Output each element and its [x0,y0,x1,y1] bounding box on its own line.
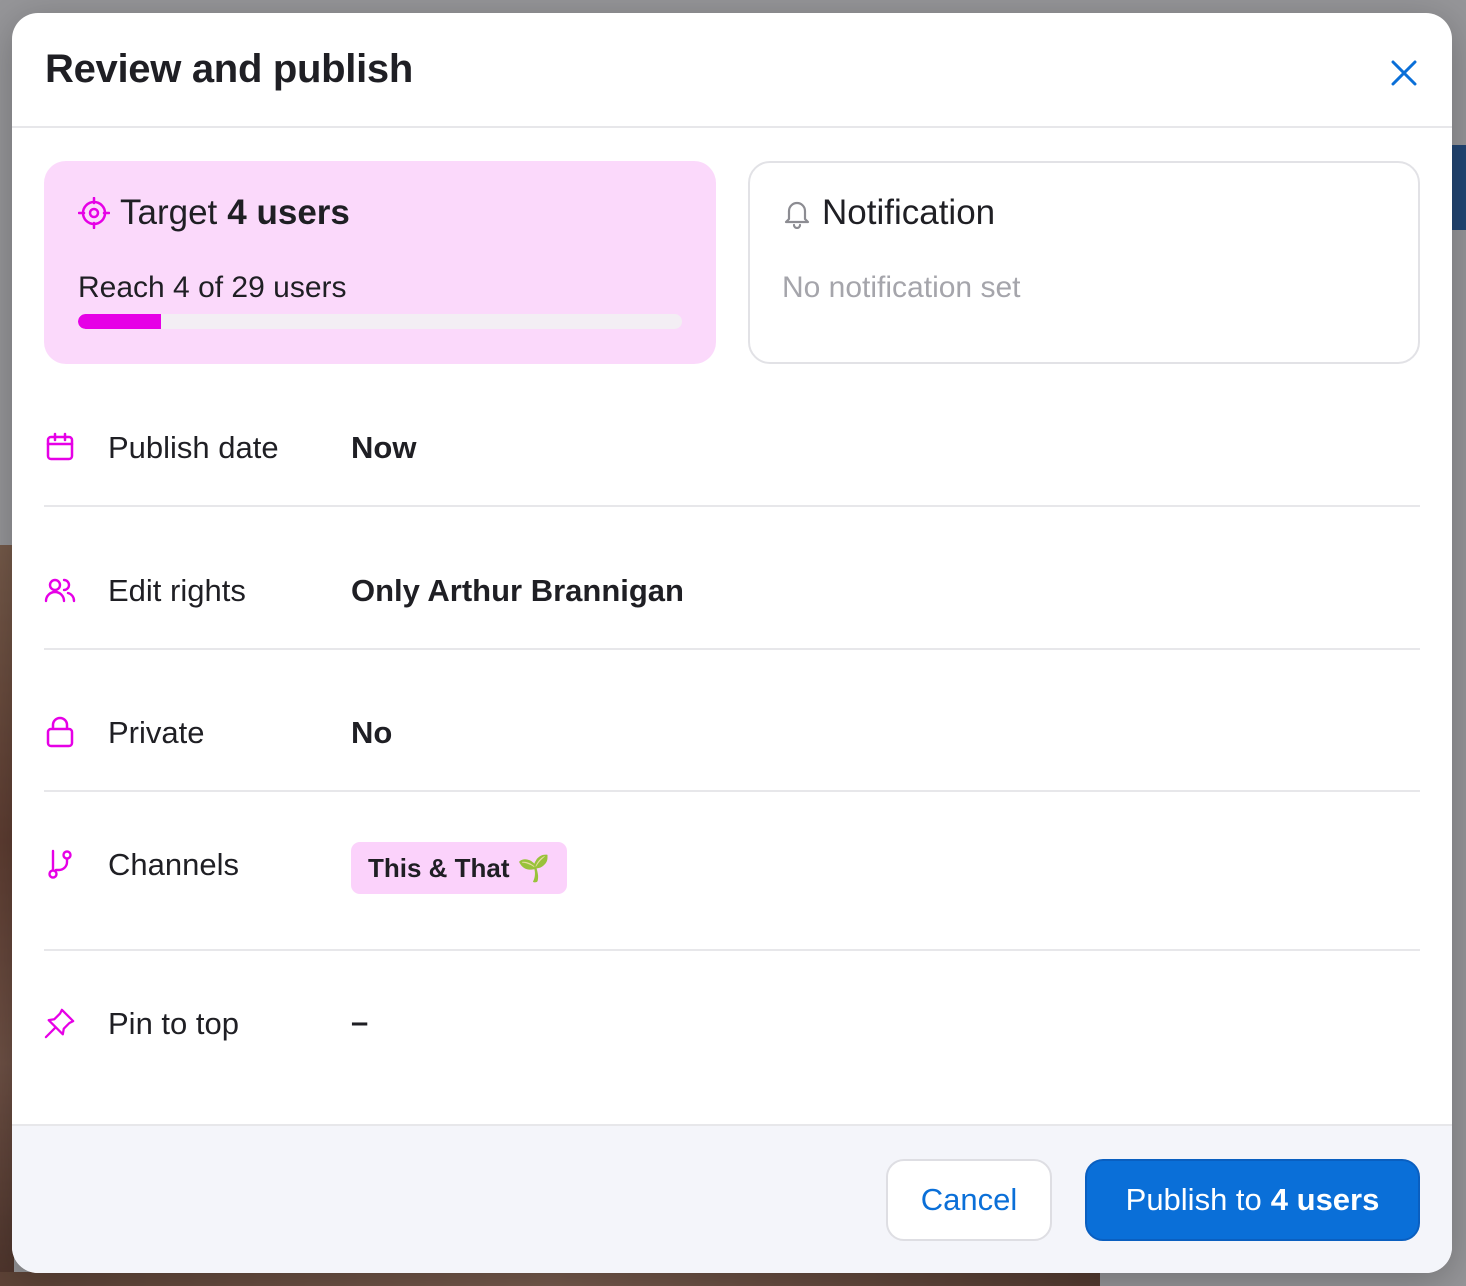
channel-chip-label: This & That [368,852,510,883]
channel-chip[interactable]: This & That 🌱 [351,842,567,894]
dialog-title: Review and publish [45,47,413,91]
reach-text: Reach 4 of 29 users [78,271,347,304]
lock-icon-wrap [44,716,76,748]
dialog-footer: Cancel Publish to 4 users [12,1124,1452,1273]
bell-icon [784,201,810,229]
reach-progress-fill [78,314,162,329]
edit-rights-value: Only Arthur Brannigan [351,573,684,608]
users-icon-wrap [44,574,76,606]
notification-title: Notification [822,193,996,232]
publish-button[interactable]: Publish to 4 users [1085,1159,1420,1241]
row-publish-date[interactable]: Publish date Now [44,364,1420,507]
cancel-button[interactable]: Cancel [886,1159,1052,1241]
target-card-title: Target 4 users [78,193,350,233]
row-pin-to-top[interactable]: Pin to top – [44,951,1420,1101]
notification-card[interactable]: Notification No notification set [748,161,1420,364]
settings-list: Publish date Now Edit rights Only Arthur… [44,364,1420,1101]
pin-to-top-value: – [351,1004,369,1039]
pin-icon-wrap [44,1007,76,1039]
notification-card-title: Notification [782,193,995,233]
publish-button-prefix: Publish to [1125,1182,1262,1217]
pin-icon [44,1008,75,1039]
calendar-icon [46,432,74,461]
branch-icon-wrap [44,849,76,881]
row-channels[interactable]: Channels This & That 🌱 [44,792,1420,951]
private-value: No [351,715,393,750]
channels-label: Channels [108,847,239,882]
publish-date-value: Now [351,430,417,465]
users-icon [44,578,76,603]
row-private[interactable]: Private No [44,650,1420,792]
seedling-icon: 🌱 [517,852,550,883]
target-icon [78,197,110,229]
lock-icon [46,716,74,748]
notification-subtitle: No notification set [782,271,1021,304]
review-publish-dialog: Review and publish Target 4 users Reach … [12,13,1452,1273]
publish-button-count: 4 users [1270,1182,1380,1217]
calendar-icon-wrap [44,431,76,463]
target-card[interactable]: Target 4 users Reach 4 of 29 users [44,161,716,364]
edit-rights-label: Edit rights [108,573,246,608]
summary-cards: Target 4 users Reach 4 of 29 users Notif… [44,161,1420,364]
target-title-prefix: Target [120,193,218,232]
dialog-header: Review and publish [12,13,1452,128]
close-button[interactable] [1384,53,1424,93]
private-label: Private [108,715,205,750]
close-icon [1391,60,1417,86]
reach-progress-bar [78,314,682,329]
pin-to-top-label: Pin to top [108,1006,239,1041]
target-title-count: 4 users [227,193,350,232]
branch-icon [48,849,72,879]
row-edit-rights[interactable]: Edit rights Only Arthur Brannigan [44,507,1420,650]
publish-date-label: Publish date [108,430,279,465]
